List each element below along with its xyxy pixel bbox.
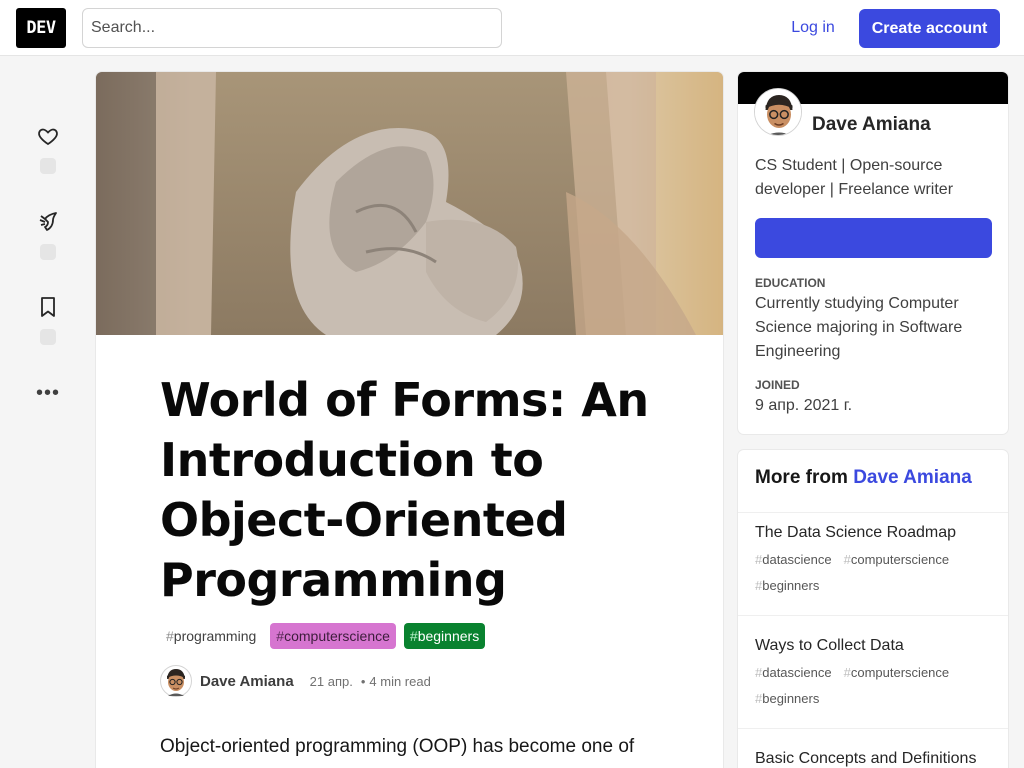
- dev-logo[interactable]: DEV: [16, 8, 66, 48]
- item-tags: #datascience #computerscience #beginners: [755, 547, 991, 599]
- item-title[interactable]: Basic Concepts and Definitions in: [755, 747, 991, 768]
- like-count: [40, 158, 56, 174]
- tag-hash: #: [276, 628, 285, 644]
- unicorn-icon: [39, 212, 57, 231]
- education-value: Currently studying Computer Science majo…: [755, 295, 963, 360]
- tag-label: programming: [173, 628, 257, 644]
- bookmark-reaction[interactable]: [33, 295, 63, 345]
- item-tag[interactable]: #computerscience: [844, 660, 950, 686]
- item-tag[interactable]: #datascience: [755, 547, 832, 573]
- unicorn-reaction[interactable]: [33, 210, 63, 260]
- divider: [738, 728, 1008, 729]
- more-from-prefix: More from: [755, 467, 848, 488]
- tag-hash: #: [843, 552, 851, 567]
- article-title: World of Forms: An Introduction to Objec…: [160, 373, 649, 607]
- author-avatar[interactable]: [160, 665, 192, 697]
- tag-label: computerscience: [850, 665, 950, 680]
- item-title[interactable]: The Data Science Roadmap: [755, 521, 991, 545]
- tag-label: computerscience: [850, 552, 950, 567]
- tag-hash: #: [843, 665, 851, 680]
- cover-image: [96, 72, 723, 335]
- more-from-card: More from Dave Amiana The Data Science R…: [738, 450, 1008, 768]
- item-tag[interactable]: #beginners: [755, 573, 819, 599]
- article-body: Object-oriented programming (OOP) has be…: [160, 736, 635, 768]
- joined-label: JOINED: [755, 378, 800, 392]
- heart-icon: [38, 128, 58, 146]
- author-profile-card: Dave Amiana CS Student | Open-source dev…: [738, 72, 1008, 434]
- tag-hash: #: [166, 628, 174, 644]
- login-link[interactable]: Log in: [776, 8, 850, 48]
- tag-programming[interactable]: # programming: [160, 623, 262, 649]
- tag-hash: #: [755, 665, 763, 680]
- create-account-button[interactable]: Create account: [859, 9, 1000, 48]
- item-tags: #datascience #computerscience #beginners: [755, 660, 991, 712]
- article-meta: Dave Amiana 21 апр. • 4 min read: [160, 664, 431, 698]
- item-tag[interactable]: #beginners: [755, 686, 819, 712]
- more-from-heading: More from Dave Amiana: [755, 467, 972, 489]
- tag-hash: #: [409, 628, 418, 644]
- tag-label: datascience: [762, 665, 832, 680]
- item-tag[interactable]: #datascience: [755, 660, 832, 686]
- tag-label: beginners: [762, 578, 820, 593]
- more-from-author-link[interactable]: Dave Amiana: [853, 467, 972, 488]
- divider: [738, 512, 1008, 513]
- tag-hash: #: [755, 552, 763, 567]
- tag-beginners[interactable]: # beginners: [403, 623, 486, 649]
- tag-label: beginners: [417, 628, 480, 644]
- follow-button[interactable]: [755, 218, 992, 258]
- more-from-item[interactable]: The Data Science Roadmap #datascience #c…: [738, 521, 1008, 599]
- article-tags: # programming # computerscience # beginners: [160, 623, 486, 649]
- like-reaction[interactable]: [33, 124, 63, 174]
- tag-label: datascience: [762, 552, 832, 567]
- tag-computerscience[interactable]: # computerscience: [270, 623, 396, 649]
- more-from-item[interactable]: Ways to Collect Data #datascience #compu…: [738, 634, 1008, 712]
- profile-name[interactable]: Dave Amiana: [812, 114, 931, 136]
- profile-bio: CS Student | Open-source developer | Fre…: [755, 157, 954, 198]
- bookmark-icon: [41, 297, 55, 317]
- item-tag[interactable]: #computerscience: [844, 547, 950, 573]
- search-input[interactable]: [82, 8, 502, 48]
- divider: [738, 615, 1008, 616]
- tag-hash: #: [755, 578, 763, 593]
- article-card: World of Forms: An Introduction to Objec…: [96, 72, 723, 768]
- read-time: 4 min read: [369, 673, 431, 689]
- publish-date: 21 апр.: [309, 673, 353, 689]
- education-label: EDUCATION: [755, 276, 826, 290]
- unicorn-count: [40, 244, 56, 260]
- tag-label: computerscience: [284, 628, 390, 644]
- more-from-item[interactable]: Basic Concepts and Definitions in: [738, 747, 1008, 768]
- item-title[interactable]: Ways to Collect Data: [755, 634, 991, 658]
- profile-avatar[interactable]: [754, 88, 802, 136]
- bookmark-count: [40, 329, 56, 345]
- tag-hash: #: [755, 691, 763, 706]
- meta-separator: •: [360, 673, 366, 689]
- joined-value: 9 апр. 2021 г.: [755, 397, 853, 414]
- top-header: DEV Log in Create account: [0, 0, 1024, 56]
- more-options-icon[interactable]: •••: [36, 383, 60, 403]
- author-name[interactable]: Dave Amiana: [200, 673, 294, 690]
- tag-label: beginners: [762, 691, 820, 706]
